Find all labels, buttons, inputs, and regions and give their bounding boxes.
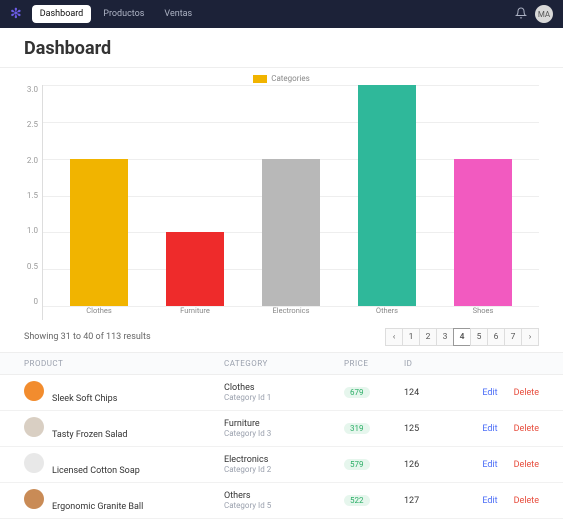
legend-label: Categories: [271, 74, 310, 83]
page-button[interactable]: 1: [402, 328, 420, 346]
table-body: Sleek Soft ChipsClothesCategory Id 16791…: [0, 375, 563, 519]
page-button[interactable]: 6: [487, 328, 505, 346]
cell-price: 679: [344, 387, 404, 398]
cell-id: 124: [404, 388, 464, 398]
table-row: Licensed Cotton Soap ElectronicsCategory …: [0, 447, 563, 483]
th-product: PRODUCT: [24, 359, 224, 368]
chart: Categories 3.0 2.5 2.0 1.5 1.0 0.5 0 Clothes Fu…: [0, 68, 563, 320]
notifications-icon[interactable]: [515, 7, 527, 22]
cell-price: 319: [344, 423, 404, 434]
legend-swatch: [253, 75, 267, 83]
chart-bar: [454, 159, 512, 306]
cell-product: Sleek Soft Chips: [24, 381, 224, 404]
results-text: Showing 31 to 40 of 113 results: [24, 332, 151, 342]
chart-bar: [70, 159, 128, 306]
edit-button[interactable]: Edit: [482, 424, 497, 434]
product-name: Licensed Cotton Soap: [52, 466, 140, 476]
chart-x-axis: Clothes Furniture Electronics Others Shoes: [43, 306, 539, 320]
page-title: Dashboard: [0, 28, 563, 68]
table-row: Sleek Soft Chips ClothesCategory Id 16791…: [0, 375, 563, 411]
page-button[interactable]: 3: [436, 328, 454, 346]
chart-bar: [358, 85, 416, 306]
edit-button[interactable]: Edit: [482, 460, 497, 470]
navbar: ✻ Dashboard Productos Ventas MA: [0, 0, 563, 28]
chart-legend: Categories: [24, 74, 539, 83]
page-button[interactable]: 5: [470, 328, 488, 346]
cell-product: Licensed Cotton Soap: [24, 453, 224, 476]
cell-id: 126: [404, 460, 464, 470]
chart-bar: [166, 232, 224, 306]
product-thumb: [24, 453, 44, 473]
page-button[interactable]: 4: [453, 328, 471, 346]
table-row: Tasty Frozen Salad FurnitureCategory Id 3…: [0, 411, 563, 447]
x-tick: Clothes: [70, 306, 128, 320]
delete-button[interactable]: Delete: [514, 496, 539, 506]
edit-button[interactable]: Edit: [482, 496, 497, 506]
cell-category: ElectronicsCategory Id 2: [224, 455, 344, 474]
cell-product: Tasty Frozen Salad: [24, 417, 224, 440]
product-name: Ergonomic Granite Ball: [52, 502, 143, 512]
delete-button[interactable]: Delete: [514, 460, 539, 470]
page-button[interactable]: 2: [419, 328, 437, 346]
page-button[interactable]: ›: [521, 328, 539, 346]
x-tick: Electronics: [262, 306, 320, 320]
product-thumb: [24, 489, 44, 509]
y-tick: 0.5: [24, 262, 38, 271]
delete-button[interactable]: Delete: [514, 424, 539, 434]
nav-right: MA: [515, 5, 553, 23]
x-tick: Others: [358, 306, 416, 320]
product-thumb: [24, 417, 44, 437]
cell-price: 579: [344, 459, 404, 470]
pagination: ‹1234567›: [386, 328, 539, 346]
x-tick: Shoes: [454, 306, 512, 320]
product-thumb: [24, 381, 44, 401]
edit-button[interactable]: Edit: [482, 388, 497, 398]
delete-button[interactable]: Delete: [514, 388, 539, 398]
x-tick: Furniture: [166, 306, 224, 320]
results-bar: Showing 31 to 40 of 113 results ‹1234567…: [0, 320, 563, 352]
chart-y-axis: 3.0 2.5 2.0 1.5 1.0 0.5 0: [24, 85, 42, 320]
nav-item-ventas[interactable]: Ventas: [156, 5, 200, 23]
table-header: PRODUCT CATEGORY PRICE ID: [0, 352, 563, 375]
th-id: ID: [404, 359, 464, 368]
cell-id: 125: [404, 424, 464, 434]
y-tick: 2.0: [24, 156, 38, 165]
cell-id: 127: [404, 496, 464, 506]
chart-plot: Clothes Furniture Electronics Others Shoes: [42, 85, 539, 320]
product-name: Tasty Frozen Salad: [52, 430, 128, 440]
th-category: CATEGORY: [224, 359, 344, 368]
nav-item-productos[interactable]: Productos: [95, 5, 152, 23]
product-name: Sleek Soft Chips: [52, 394, 117, 404]
logo-icon: ✻: [10, 6, 22, 22]
page-button[interactable]: 7: [504, 328, 522, 346]
y-tick: 1.5: [24, 191, 38, 200]
y-tick: 0: [24, 297, 38, 306]
page-button[interactable]: ‹: [385, 328, 403, 346]
cell-category: ClothesCategory Id 1: [224, 383, 344, 402]
nav-item-dashboard[interactable]: Dashboard: [32, 5, 92, 23]
nav-left: ✻ Dashboard Productos Ventas: [10, 5, 200, 23]
cell-price: 522: [344, 495, 404, 506]
cell-category: OthersCategory Id 5: [224, 491, 344, 510]
table-row: Ergonomic Granite Ball OthersCategory Id …: [0, 483, 563, 519]
y-tick: 2.5: [24, 120, 38, 129]
cell-category: FurnitureCategory Id 3: [224, 419, 344, 438]
y-tick: 3.0: [24, 85, 38, 94]
avatar[interactable]: MA: [535, 5, 553, 23]
th-price: PRICE: [344, 359, 404, 368]
y-tick: 1.0: [24, 226, 38, 235]
chart-bar: [262, 159, 320, 306]
